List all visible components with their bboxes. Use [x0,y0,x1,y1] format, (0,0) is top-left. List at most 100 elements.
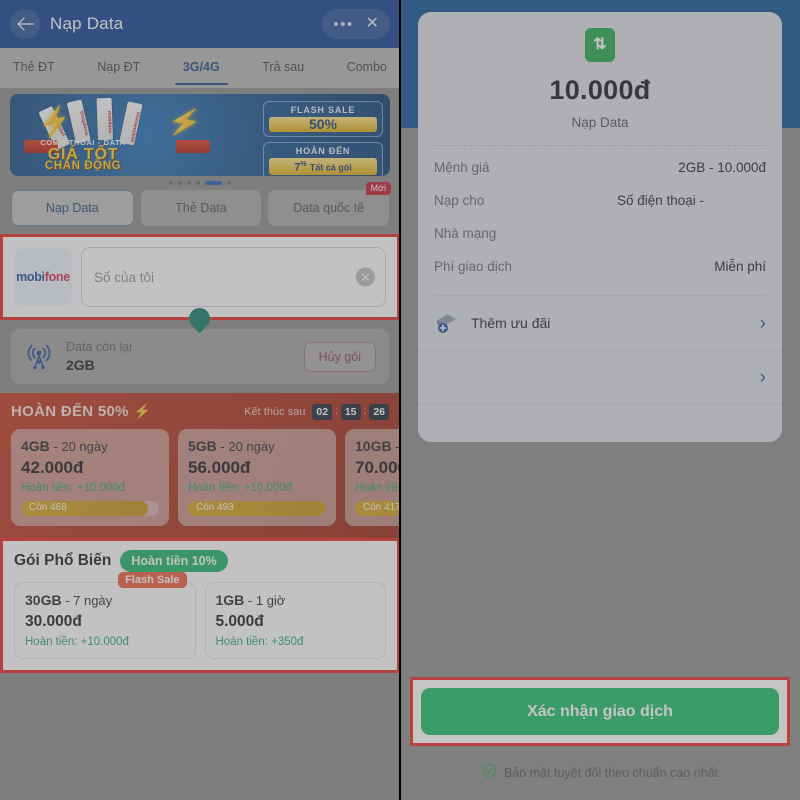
flash-sale-label: FLASH SALE [290,105,356,115]
segment-label: Data quốc tế [293,201,365,215]
flash-promo-card-list[interactable]: 4GB - 20 ngày 42.000đ Hoàn tiền: +10.000… [0,429,400,526]
popular-package-card[interactable]: Flash Sale 30GB - 7 ngày 30.000đ Hoàn ti… [14,572,196,659]
package-title: 30GB - 7 ngày [25,592,185,608]
promo-package-card[interactable]: 4GB - 20 ngày 42.000đ Hoàn tiền: +10.000… [11,429,169,526]
package-duration: - 20 ngày [216,439,275,454]
detail-value: Miễn phí [714,259,766,274]
add-offer-row[interactable]: Thêm ưu đãi › [418,296,782,351]
package-title: 1GB - 1 giờ [216,592,376,608]
cashback-note: Tất cả gói [309,162,352,173]
popular-package-card[interactable]: 1GB - 1 giờ 5.000đ Hoàn tiền: +350đ [204,582,386,659]
cancel-package-button[interactable]: Hủy gói [303,341,376,372]
package-size: 4GB [21,438,50,454]
carousel-dot[interactable] [196,181,200,185]
transaction-subtitle: Nạp Data [571,115,629,130]
shield-check-icon [482,763,497,782]
cashback-label: HOÀN ĐẾN [295,146,351,156]
package-cashback-label: Hoàn tiền: [21,482,77,494]
data-remaining-card: Data còn lại 2GB Hủy gói [11,329,389,384]
carousel-dot[interactable] [178,181,182,185]
confirm-transaction-button[interactable]: Xác nhận giao dịch [421,688,779,735]
banner-artwork: Viettel Vinaphone mobifone Vietnamobile … [10,94,246,176]
package-stock-text: Còn 468 [29,502,67,513]
promo-package-card[interactable]: 5GB - 20 ngày 56.000đ Hoàn tiền: +10.000… [178,429,336,526]
lightning-bolt-icon: ⚡ [133,403,152,419]
flash-promo-header: HOÀN ĐẾN 50% ⚡ Kết thúc sau 02 : 15 : 26 [0,403,400,429]
security-note-text: Bảo mật tuyệt đối theo chuẩn cao nhất [503,765,719,780]
secondary-option-row[interactable]: › [418,351,782,405]
detail-key: Mệnh giá [434,160,490,175]
flash-promo-section: HOÀN ĐẾN 50% ⚡ Kết thúc sau 02 : 15 : 26… [0,393,400,538]
cashback-unit: % [300,161,307,168]
package-cashback-row: Hoàn tiền: +10.000đ [188,482,326,494]
tab-combo[interactable]: Combo [345,51,389,85]
promo-banner[interactable]: Viettel Vinaphone mobifone Vietnamobile … [10,94,390,176]
phone-input-block: mobi fone Số của tôi ✕ [3,237,397,334]
detail-row-nap-cho: Nạp cho Số điện thoại - [434,184,766,217]
data-remaining-text: Data còn lại 2GB [66,340,132,373]
tab-nap-dt[interactable]: Nạp ĐT [95,51,142,85]
package-stock-bar: Còn 417 [355,501,400,516]
popular-packages-header: Gói Phổ Biến Hoàn tiền 10% [14,550,386,572]
detail-key: Nhà mạng [434,226,497,241]
package-cashback-value: +10.000đ [243,482,292,494]
package-size: 5GB [188,438,217,454]
close-icon[interactable]: ✕ [366,16,379,32]
carousel-dot[interactable] [227,181,231,185]
page-title: Nạp Data [50,14,124,33]
tab-3g-4g[interactable]: 3G/4G [174,51,228,85]
segment-the-data[interactable]: Thẻ Data [140,190,262,226]
promo-package-card[interactable]: 10GB - 30 ngày 70.000đ Hoàn tiền: +10.00… [345,429,400,526]
data-remaining-label: Data còn lại [66,340,133,354]
carousel-dots [10,176,390,188]
package-stock-bar: Còn 493 [188,501,326,516]
data-type-segmented-control: Nạp Data Thẻ Data Data quốc tế Mới [0,182,400,234]
more-options-icon[interactable]: ••• [333,17,353,32]
add-offer-label: Thêm ưu đãi [471,315,551,331]
carrier-name-part2: fone [44,270,70,284]
confirm-button-highlight: Xác nhận giao dịch [410,677,790,746]
panel-divider [399,0,401,800]
clear-icon[interactable]: ✕ [356,267,375,287]
popular-package-list: Flash Sale 30GB - 7 ngày 30.000đ Hoàn ti… [14,572,386,659]
detail-value: Số điện thoại - [616,193,704,208]
package-price: 42.000đ [21,458,84,477]
detail-value: 2GB - 10.000đ [678,160,766,175]
package-price: 30.000đ [25,613,82,630]
carousel-dot-active[interactable] [205,181,222,185]
package-title: 4GB - 20 ngày [21,438,159,454]
countdown-timer: Kết thúc sau 02 : 15 : 26 [244,403,389,420]
package-cashback-row: Hoàn tiền: +10.000đ [21,482,159,494]
package-stock-text: Còn 417 [363,502,400,513]
chevron-right-icon[interactable]: › [760,314,766,333]
carousel-dot[interactable] [187,181,191,185]
tab-the-dt[interactable]: Thẻ ĐT [11,51,57,85]
countdown-label: Kết thúc sau [244,405,306,418]
tab-tra-sau[interactable]: Trả sau [260,51,306,85]
segment-data-quoc-te[interactable]: Data quốc tế Mới [268,182,392,226]
cashback-value-row: 7% Tất cả gói [269,158,377,175]
detail-row-nha-mang: Nhà mạng [434,217,766,250]
carousel-dot[interactable] [169,181,173,185]
phone-number-input[interactable]: Số của tôi ✕ [81,247,386,307]
package-price: 70.000đ [355,458,400,477]
lightning-bolt-icon: ⚡ [165,104,204,140]
package-cashback-value: +10.000đ [80,636,129,648]
package-cashback-row: Hoàn tiền: +10.000đ [355,482,400,494]
banner-offer-boxes: FLASH SALE 50% HOÀN ĐẾN 7% Tất cả gói [263,101,383,176]
banner-headline-2: CHẤN ĐỘNG [44,160,122,172]
banner-flash-sale-box: FLASH SALE 50% [263,101,383,137]
countdown-seconds: 26 [369,403,389,420]
package-cashback-label: Hoàn tiền: [25,636,81,648]
new-badge: Mới [365,182,392,195]
countdown-sep: : [363,406,367,417]
segment-label: Thẻ Data [175,201,227,215]
chevron-right-icon[interactable]: › [760,368,766,387]
segment-nap-data[interactable]: Nạp Data [11,190,134,226]
popular-packages-highlight: Gói Phổ Biến Hoàn tiền 10% Flash Sale 30… [0,538,400,673]
flash-sale-tag: Flash Sale [118,572,187,588]
data-remaining-value: 2GB [66,357,95,373]
back-arrow-icon[interactable] [10,9,40,39]
lightning-bolt-icon: ⚡ [35,103,75,141]
package-cashback-value: +350đ [271,636,304,648]
